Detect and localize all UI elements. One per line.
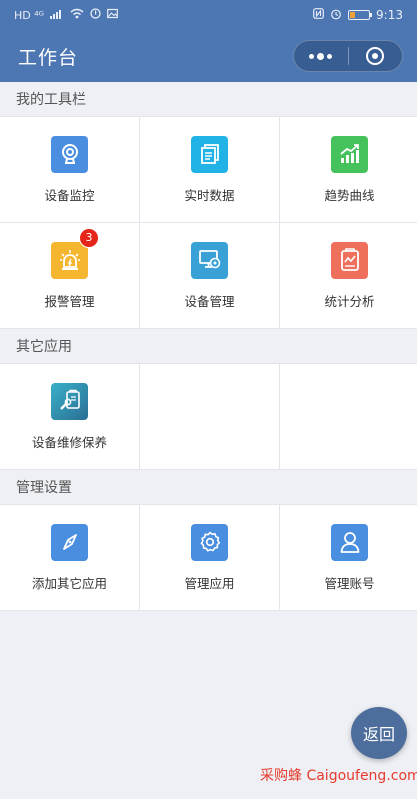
tool-device-monitor[interactable]: 设备监控 [0, 117, 139, 222]
monitor-gear-icon [191, 241, 228, 279]
tool-device-management[interactable]: 设备管理 [140, 223, 279, 328]
camera-icon [51, 135, 88, 173]
app-device-maintenance[interactable]: 设备维修保养 [0, 364, 139, 469]
trend-chart-icon [331, 135, 368, 173]
alarm-clock-icon [330, 8, 342, 23]
miniprogram-capsule [293, 40, 403, 72]
app-label: 设备维修保养 [31, 434, 107, 450]
wrench-clipboard-icon [51, 382, 88, 420]
nfc-icon [313, 8, 324, 22]
status-left: HD ⁴ᴳ [14, 8, 118, 22]
status-right: 9:13 [313, 8, 403, 23]
close-miniprogram-button[interactable] [349, 41, 403, 71]
empty-cell [280, 364, 417, 469]
status-time: 9:13 [376, 8, 403, 22]
management-label: 管理账号 [324, 575, 375, 591]
compass-icon [51, 523, 88, 561]
other-apps-grid: 设备维修保养 [0, 363, 417, 470]
tool-label: 设备管理 [184, 293, 235, 309]
tool-label: 报警管理 [44, 293, 95, 309]
manage-account[interactable]: 管理账号 [280, 505, 417, 610]
my-tools-grid: 设备监控 实时数据 趋势曲线 3 报警管理 设备管理 统计分析 [0, 116, 417, 329]
section-title-my-tools: 我的工具栏 [0, 82, 417, 116]
watermark-text: 采购蜂 Caigoufeng.com [260, 768, 417, 784]
manage-apps[interactable]: 管理应用 [140, 505, 279, 610]
tool-label: 趋势曲线 [324, 187, 375, 203]
empty-cell [140, 364, 279, 469]
page-title: 工作台 [18, 46, 79, 69]
report-icon [331, 241, 368, 279]
image-icon [107, 8, 118, 22]
close-ring-icon [366, 47, 385, 65]
tool-realtime-data[interactable]: 实时数据 [140, 117, 279, 222]
battery-icon [348, 10, 373, 20]
add-other-app[interactable]: 添加其它应用 [0, 505, 139, 610]
management-label: 添加其它应用 [31, 575, 107, 591]
more-dots-icon [309, 52, 333, 60]
section-title-other-apps: 其它应用 [0, 329, 417, 363]
tool-alarm-management[interactable]: 3 报警管理 [0, 223, 139, 328]
tool-label: 统计分析 [324, 293, 375, 309]
more-menu-button[interactable] [294, 41, 348, 71]
notification-icon [90, 8, 101, 22]
tool-statistics[interactable]: 统计分析 [280, 223, 417, 328]
user-icon [331, 523, 368, 561]
alarm-count-badge: 3 [79, 227, 99, 248]
tool-trend-curve[interactable]: 趋势曲线 [280, 117, 417, 222]
tool-label: 实时数据 [184, 187, 235, 203]
network-indicator: HD ⁴ᴳ [14, 8, 45, 22]
management-label: 管理应用 [184, 575, 235, 591]
management-grid: 添加其它应用 管理应用 管理账号 [0, 504, 417, 611]
section-title-management: 管理设置 [0, 470, 417, 504]
data-stack-icon [191, 135, 228, 173]
title-bar: 工作台 [0, 30, 417, 82]
status-bar: HD ⁴ᴳ 9:13 [0, 0, 417, 30]
gear-icon [191, 523, 228, 561]
alarm-light-icon: 3 [51, 227, 99, 279]
signal-icon [50, 8, 64, 22]
back-button[interactable]: 返回 [351, 707, 407, 759]
tool-label: 设备监控 [44, 187, 95, 203]
wifi-icon [70, 8, 84, 22]
